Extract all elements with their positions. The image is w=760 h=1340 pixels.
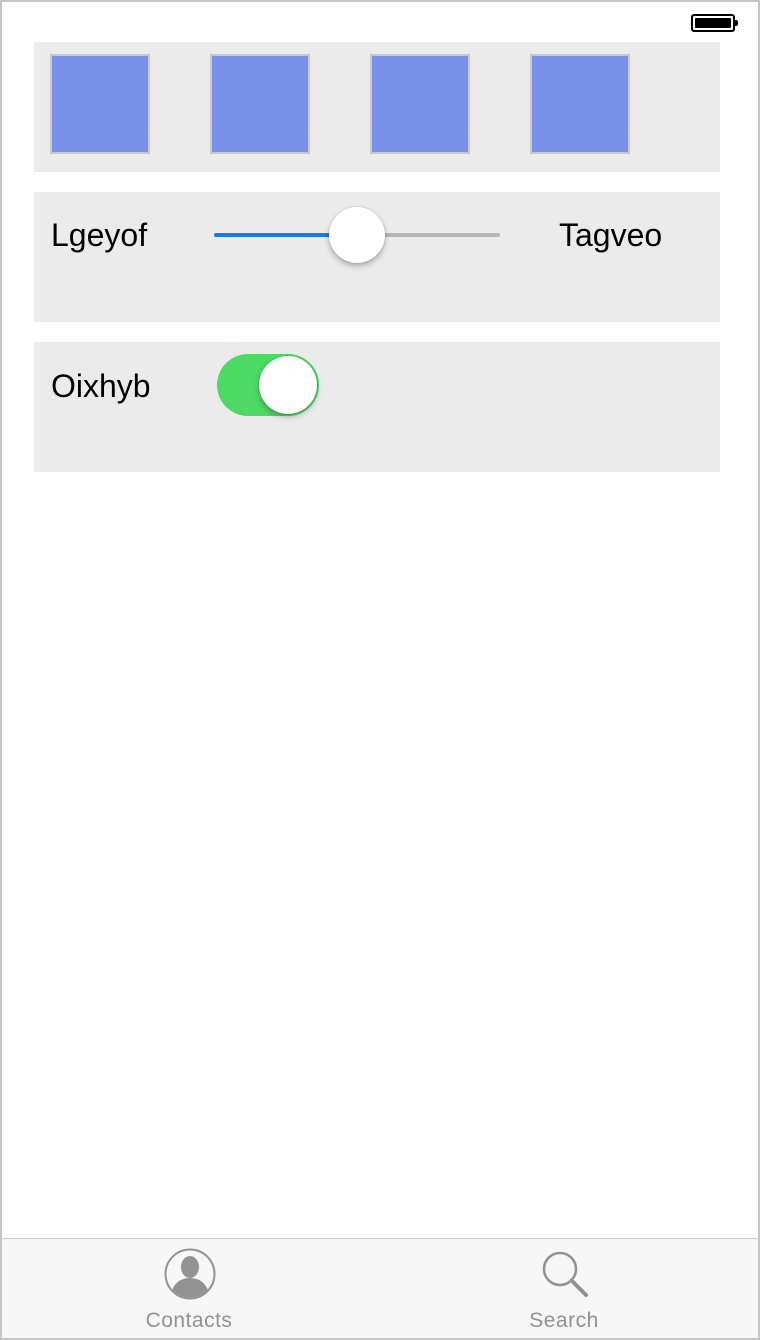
tab-search[interactable]: Search: [469, 1239, 659, 1338]
magnifier-search-icon: [542, 1251, 588, 1297]
color-swatch-2[interactable]: [210, 54, 310, 154]
toggle-switch[interactable]: [217, 354, 319, 416]
battery-tip: [735, 20, 738, 26]
app-screen: Lgeyof Tagveo Oixhyb Contacts Search: [0, 0, 760, 1340]
color-swatch-4[interactable]: [530, 54, 630, 154]
slider-thumb[interactable]: [329, 207, 385, 263]
tab-contacts[interactable]: Contacts: [94, 1239, 284, 1338]
battery-icon: [691, 14, 738, 32]
slider-min-label: Lgeyof: [51, 217, 148, 253]
tab-contacts-label: Contacts: [145, 1309, 233, 1332]
color-swatch-3[interactable]: [370, 54, 470, 154]
switch-label: Oixhyb: [51, 368, 151, 404]
slider-panel: Lgeyof Tagveo: [34, 192, 720, 322]
slider-max-label: Tagveo: [559, 217, 663, 253]
tab-bar: Contacts Search: [2, 1238, 758, 1338]
battery-level: [695, 18, 731, 28]
switch-knob: [259, 356, 317, 414]
tab-search-label: Search: [529, 1309, 599, 1332]
contact-person-icon: [164, 1248, 216, 1300]
switch-panel: Oixhyb: [34, 342, 720, 472]
color-swatch-panel: [34, 42, 720, 172]
value-slider[interactable]: [214, 204, 500, 264]
color-swatch-1[interactable]: [50, 54, 150, 154]
